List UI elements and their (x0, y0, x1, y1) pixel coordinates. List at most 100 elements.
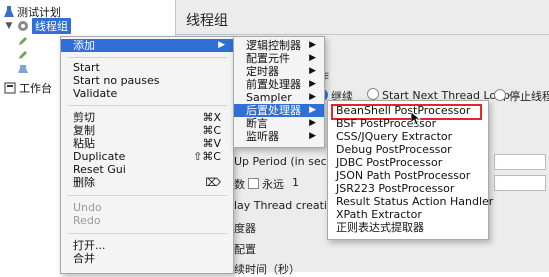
post-processor-submenu: BeanShell PostProcessor BSF PostProcesso… (327, 100, 493, 240)
pp-item-result-status-label: Result Status Action Handler (336, 195, 494, 208)
menu-item-add-label: 添加 (73, 39, 95, 52)
pp-item-regex[interactable]: 正则表达式提取器 (331, 221, 488, 234)
submenu-item-logic-controller-label: 逻辑控制器 (246, 39, 301, 52)
menu-item-copy-label: 复制 (73, 124, 95, 137)
pp-item-json-path[interactable]: JSON Path PostProcessor (331, 169, 488, 182)
menu-item-duplicate[interactable]: Duplicate ⇧⌘C (61, 150, 233, 163)
menu-item-cut[interactable]: 剪切 ⌘X (61, 111, 233, 124)
radio-next-loop-icon (367, 88, 379, 100)
submenu-item-assertion-label: 断言 (246, 117, 268, 130)
menu-item-validate[interactable]: Validate (61, 87, 233, 100)
delay-thread-label: lay Thread creation (234, 199, 341, 212)
loop-count-value[interactable]: 1 (292, 176, 299, 189)
pp-item-json-path-label: JSON Path PostProcessor (336, 169, 471, 182)
forever-checkbox[interactable]: 永远 (248, 176, 284, 192)
menu-item-merge[interactable]: 合并 (61, 252, 233, 265)
submenu-item-post-processor-label: 后置处理器 (246, 104, 301, 117)
pp-item-css-jquery[interactable]: CSS/JQuery Extractor (331, 130, 488, 143)
radio-stop-thread-icon (494, 89, 506, 101)
tree-node-thread-group[interactable]: ▼ 线程组 (4, 18, 71, 34)
pp-item-xpath-label: XPath Extractor (336, 208, 422, 221)
radio-stop-thread-label: 停止线程 (509, 90, 549, 103)
panel-title: 线程组 (186, 13, 228, 29)
menu-item-duplicate-label: Duplicate (73, 150, 126, 163)
submenu-item-timer-label: 定时器 (246, 65, 279, 78)
collapse-toggle-icon[interactable]: ▼ (4, 21, 14, 31)
menu-item-merge-label: 合并 (73, 252, 95, 265)
submenu-arrow-icon: ▶ (309, 105, 316, 115)
submenu-item-post-processor[interactable]: 后置处理器 ▶ (234, 104, 324, 117)
pp-item-jdbc-label: JDBC PostProcessor (336, 156, 443, 169)
submenu-item-sampler[interactable]: Sampler ▶ (234, 91, 324, 104)
submenu-item-assertion[interactable]: 断言 ▶ (234, 117, 324, 130)
loop-count-input[interactable] (494, 175, 546, 191)
pp-item-beanshell[interactable]: BeanShell PostProcessor (331, 104, 488, 117)
menu-item-paste-label: 粘贴 (73, 137, 95, 150)
submenu-item-timer[interactable]: 定时器 ▶ (234, 65, 324, 78)
ramp-up-input[interactable] (494, 154, 546, 170)
ramp-up-label: Up Period (in secon (234, 155, 341, 168)
pp-item-regex-label: 正则表达式提取器 (336, 221, 424, 234)
menu-item-copy[interactable]: 复制 ⌘C (61, 124, 233, 137)
submenu-item-listener-label: 监听器 (246, 130, 279, 143)
submenu-item-config-element[interactable]: 配置元件 ▶ (234, 52, 324, 65)
shortcut-delete: ⌦ (205, 176, 221, 189)
add-submenu: 逻辑控制器 ▶ 配置元件 ▶ 定时器 ▶ 前置处理器 ▶ Sampler ▶ 后置处理器 ▶… (233, 36, 325, 148)
pp-item-result-status[interactable]: Result Status Action Handler (331, 195, 493, 208)
menu-item-redo[interactable]: Redo (61, 214, 233, 227)
menu-item-paste[interactable]: 粘贴 ⌘V (61, 137, 233, 150)
scheduler-config-label: 配置 (234, 243, 256, 256)
submenu-item-listener[interactable]: 监听器 ▶ (234, 130, 324, 143)
pp-item-debug[interactable]: Debug PostProcessor (331, 143, 488, 156)
menu-item-open-label: 打开... (73, 239, 106, 252)
submenu-arrow-icon: ▶ (309, 79, 316, 89)
menu-item-reset-gui[interactable]: Reset Gui (61, 163, 233, 176)
pp-item-xpath[interactable]: XPath Extractor (331, 208, 488, 221)
forever-label: 永远 (262, 178, 284, 191)
menu-item-open[interactable]: 打开... (61, 239, 233, 252)
test-plan-icon (4, 6, 14, 17)
menu-item-start-no-pauses[interactable]: Start no pauses (61, 74, 233, 87)
radio-stop-thread[interactable]: 停止线程 (494, 88, 549, 104)
menu-item-delete-label: 删除 (73, 176, 95, 189)
pp-item-bsf-label: BSF PostProcessor (336, 117, 437, 130)
menu-item-add[interactable]: 添加 ▶ (61, 39, 233, 52)
menu-separator (67, 195, 227, 196)
menu-item-cut-label: 剪切 (73, 111, 95, 124)
mouse-pointer-icon (411, 112, 421, 126)
menu-item-redo-label: Redo (73, 214, 101, 227)
pp-item-css-jquery-label: CSS/JQuery Extractor (336, 130, 453, 143)
tree-node-workbench[interactable]: 工作台 (4, 80, 52, 96)
pp-item-beanshell-label: BeanShell PostProcessor (336, 104, 471, 117)
submenu-item-pre-processor-label: 前置处理器 (246, 78, 301, 91)
menu-item-start-no-pauses-label: Start no pauses (73, 74, 160, 87)
menu-separator (67, 233, 227, 234)
pp-item-bsf[interactable]: BSF PostProcessor (331, 117, 488, 130)
pp-item-debug-label: Debug PostProcessor (336, 143, 452, 156)
shortcut-copy: ⌘C (202, 124, 221, 137)
pp-item-jsr223-label: JSR223 PostProcessor (336, 182, 455, 195)
submenu-item-pre-processor[interactable]: 前置处理器 ▶ (234, 78, 324, 91)
menu-item-delete[interactable]: 删除 ⌦ (61, 176, 233, 189)
submenu-item-logic-controller[interactable]: 逻辑控制器 ▶ (234, 39, 324, 52)
submenu-arrow-icon: ▶ (218, 40, 225, 50)
tree-node-workbench-label: 工作台 (19, 82, 52, 95)
submenu-arrow-icon: ▶ (309, 131, 316, 141)
pencil-icon (19, 51, 27, 59)
title-divider (176, 34, 549, 35)
tree-node-thread-group-label: 线程组 (32, 18, 71, 34)
context-menu: 添加 ▶ Start Start no pauses Validate 剪切 ⌘X … (60, 36, 234, 274)
menu-separator (67, 57, 227, 58)
menu-item-validate-label: Validate (73, 87, 118, 100)
menu-item-start[interactable]: Start (61, 61, 233, 74)
pp-item-jsr223[interactable]: JSR223 PostProcessor (331, 182, 488, 195)
sampler-icon (18, 65, 28, 73)
pp-item-jdbc[interactable]: JDBC PostProcessor (331, 156, 488, 169)
gear-icon (18, 21, 28, 31)
menu-item-undo-label: Undo (73, 201, 102, 214)
menu-item-start-label: Start (73, 61, 100, 74)
scheduler-label: 度器 (234, 222, 256, 235)
pencil-icon (19, 37, 27, 45)
menu-item-undo[interactable]: Undo (61, 201, 233, 214)
workbench-icon (4, 82, 16, 94)
